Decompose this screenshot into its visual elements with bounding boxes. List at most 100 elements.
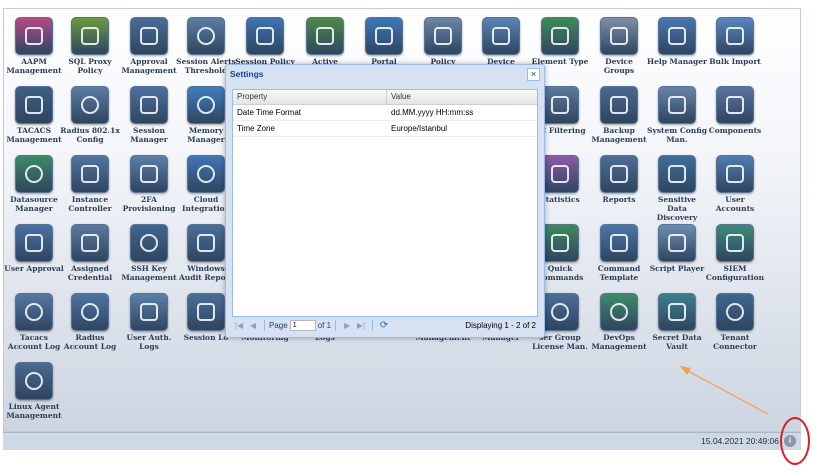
windows-report-icon (187, 224, 225, 262)
tile-2fa-provisioning[interactable]: 2FA Provisioning (119, 151, 179, 213)
row-property: Time Zone (237, 124, 275, 133)
tile-datasource-manager[interactable]: Datasource Manager (4, 151, 64, 213)
tile-tacacs-account-log[interactable]: Tacacs Account Log (4, 289, 64, 351)
column-header-property[interactable]: Property (233, 90, 387, 104)
tile-help-manager[interactable]: Help Manager (647, 13, 707, 66)
tile-element-type[interactable]: Element Type (530, 13, 590, 66)
row-value: Europe/Istanbul (391, 124, 448, 133)
sql-proxy-icon (71, 17, 109, 55)
database-icon (15, 155, 53, 193)
tile-secret-data-vault[interactable]: Secret Data Vault (647, 289, 707, 351)
instance-controller-icon (71, 155, 109, 193)
memory-icon (187, 86, 225, 124)
auth-logs-icon (130, 293, 168, 331)
script-gear-icon (658, 224, 696, 262)
row-value: dd.MM.yyyy HH:mm:ss (391, 108, 474, 117)
device-groups-icon (600, 17, 638, 55)
pager-separator (264, 319, 265, 331)
aapm-icon (15, 17, 53, 55)
tile-device-groups[interactable]: Device Groups (589, 13, 649, 75)
backup-clock-icon (600, 86, 638, 124)
tile-radius-account-log[interactable]: Radius Account Log (60, 289, 120, 351)
session-log-icon (187, 293, 225, 331)
components-icon (716, 86, 754, 124)
tile-user-auth-logs[interactable]: User Auth. Logs (119, 289, 179, 351)
grid-header: Property Value (233, 90, 537, 105)
license-gear-icon (541, 293, 579, 331)
pagination-toolbar: |◀ ◀ Page of 1 ▶ ▶| ⟳ Displaying 1 - 2 o… (232, 317, 538, 333)
user-gear-icon (424, 17, 462, 55)
status-datetime: 15.04.2021 20:49:06 (701, 436, 779, 446)
tile-policy[interactable]: Policy (413, 13, 473, 66)
dialog-title: Settings (230, 69, 264, 79)
checklist-icon (541, 86, 579, 124)
last-page-button[interactable]: ▶| (354, 321, 368, 330)
settings-grid: Property Value Date Time Format dd.MM.yy… (232, 89, 538, 317)
tile-sensitive-data-discovery[interactable]: Sensitive Data Discovery (647, 151, 707, 222)
plug-icon (716, 293, 754, 331)
threshold-gauge-icon (187, 17, 225, 55)
tile-tenant-connector[interactable]: Tenant Connector (705, 289, 765, 351)
display-count: Displaying 1 - 2 of 2 (465, 320, 536, 330)
close-button[interactable]: × (527, 68, 540, 81)
column-header-value[interactable]: Value (387, 90, 411, 104)
tile-backup-management[interactable]: Backup Management (589, 82, 649, 144)
shield-icon (365, 17, 403, 55)
tile-command-template[interactable]: Command Template (589, 220, 649, 282)
target-icon (658, 155, 696, 193)
page-number-input[interactable] (289, 319, 316, 331)
tile-session-manager[interactable]: Session Manager (119, 82, 179, 144)
user-approval-icon (15, 224, 53, 262)
tile-aapm-management[interactable]: AAPM Management (4, 13, 64, 75)
tile-radius-8021x-config[interactable]: Radius 802.1x Config (60, 82, 120, 144)
tile-instance-controller[interactable]: Instance Controller (60, 151, 120, 213)
tile-components[interactable]: Components (705, 82, 765, 135)
tile-sql-proxy-policy[interactable]: SQL Proxy Policy (60, 13, 120, 75)
pager-separator (372, 319, 374, 331)
system-config-icon (658, 86, 696, 124)
tile-system-config-man[interactable]: System Config Man. (647, 82, 707, 144)
radius-log-icon (71, 293, 109, 331)
user-plus-icon (716, 155, 754, 193)
tile-tacacs-management[interactable]: TACACS Management (4, 82, 64, 144)
tile-session-policy[interactable]: Session Policy (235, 13, 295, 66)
approval-users-icon (130, 17, 168, 55)
tile-linux-agent-management[interactable]: Linux Agent Management (4, 358, 64, 420)
cloud-icon (187, 155, 225, 193)
next-page-button[interactable]: ▶ (340, 321, 354, 330)
tile-user-accounts[interactable]: User Accounts (705, 151, 765, 213)
tile-ssh-key-management[interactable]: SSH Key Management (119, 220, 179, 282)
tile-assigned-credential[interactable]: Assigned Credential (60, 220, 120, 282)
tile-user-approval[interactable]: User Approval (4, 220, 64, 273)
template-icon (600, 224, 638, 262)
active-sessions-icon (306, 17, 344, 55)
session-users-icon (130, 86, 168, 124)
account-log-icon (15, 293, 53, 331)
tile-device[interactable]: Device (471, 13, 531, 66)
tile-active[interactable]: Active (295, 13, 355, 66)
lock-icon (130, 224, 168, 262)
table-row[interactable]: Date Time Format dd.MM.yyyy HH:mm:ss (233, 105, 537, 121)
annotation-circle (780, 417, 810, 465)
row-property: Date Time Format (237, 108, 302, 117)
prev-page-button[interactable]: ◀ (246, 321, 260, 330)
tile-reports[interactable]: Reports (589, 151, 649, 204)
reports-icon (600, 155, 638, 193)
first-page-button[interactable]: |◀ (232, 321, 246, 330)
tile-devops-management[interactable]: DevOps Management (589, 289, 649, 351)
wifi-gear-icon (71, 86, 109, 124)
page-count-label: of 1 (317, 320, 332, 330)
chip-icon (15, 362, 53, 400)
tile-bulk-import[interactable]: Bulk Import (705, 13, 765, 66)
two-factor-icon (130, 155, 168, 193)
table-row[interactable]: Time Zone Europe/Istanbul (233, 121, 537, 137)
refresh-icon[interactable]: ⟳ (377, 320, 391, 331)
tile-siem-configuration[interactable]: SIEM Configuration (705, 220, 765, 282)
tile-script-player[interactable]: Script Player (647, 220, 707, 273)
tile-portal[interactable]: Portal (354, 13, 414, 66)
siem-sliders-icon (716, 224, 754, 262)
tile-approval-management[interactable]: Approval Management (119, 13, 179, 75)
device-element-icon (541, 17, 579, 55)
statistics-icon (541, 155, 579, 193)
key-vault-icon (658, 293, 696, 331)
